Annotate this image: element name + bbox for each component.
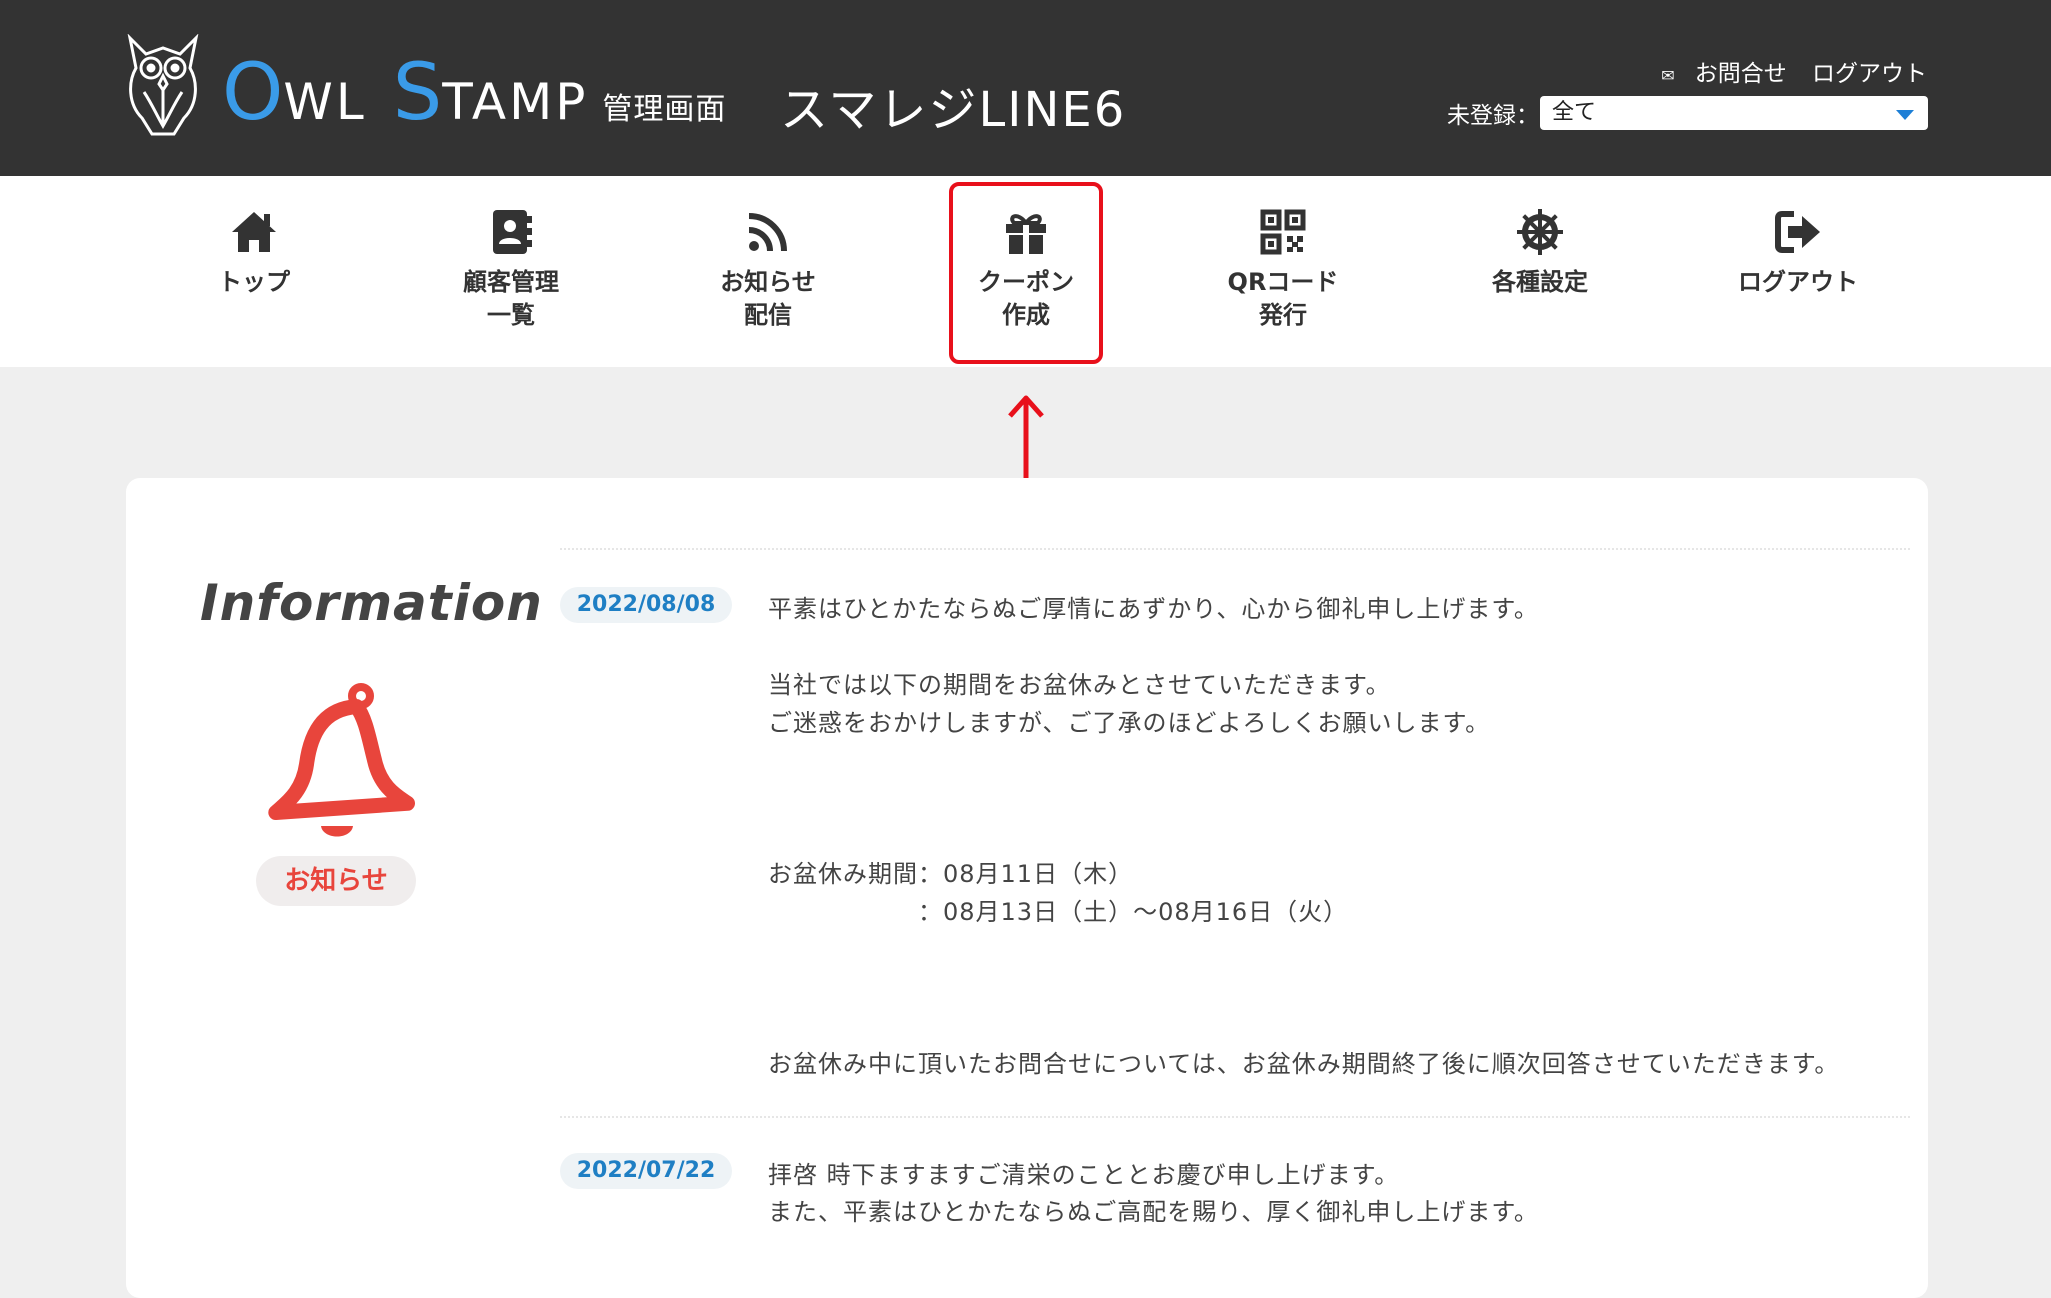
nav-item-logout-label: ログアウト (1738, 268, 1858, 296)
brand-subtitle: 管理画面 (602, 92, 727, 127)
brand-letters-tamp: TAMP (442, 73, 589, 131)
highlight-box (949, 182, 1103, 364)
date-badge: 2022/08/08 (560, 587, 732, 623)
filter-selected-value: 全て (1552, 100, 1597, 125)
contact-link[interactable]: ✉ お問合せ (1643, 61, 1786, 87)
contact-link-label: お問合せ (1694, 61, 1787, 87)
divider (560, 548, 1910, 550)
news-text-line: ご迷惑をおかけしますが、ご了承のほどよろしくお願いします。 (768, 709, 1491, 737)
nav-item-customers[interactable]: 顧客管理 一覧 (421, 176, 601, 367)
mail-icon: ✉ (1661, 66, 1675, 85)
nav-item-settings[interactable]: 各種設定 (1450, 176, 1630, 367)
header-logout-link[interactable]: ログアウト (1812, 61, 1927, 87)
news-text-line: 当社では以下の期間をお盆休みとさせていただきます。 (768, 671, 1391, 699)
nav-item-qrcode-label-1: QRコード (1227, 268, 1339, 296)
date-badge: 2022/07/22 (560, 1153, 732, 1189)
news-text-line: お盆休み中に頂いたお問合せについては、お盆休み期間終了後に順次回答させていただき… (768, 1050, 1840, 1078)
brand-letter-s: S (392, 48, 443, 138)
header-links: ✉ お問合せ ログアウト (1625, 54, 1927, 88)
nav-item-notice-label-1: お知らせ (720, 268, 816, 296)
shop-name: スマレジLINE6 (780, 82, 1127, 138)
nav-item-qrcode[interactable]: QRコード 発行 (1193, 176, 1373, 367)
unregistered-filter-label: 未登録： (1447, 103, 1539, 129)
nav-item-customers-label-1: 顧客管理 (463, 268, 559, 296)
brand-letters-wl: WL (283, 73, 367, 131)
helm-icon (1517, 209, 1563, 255)
news-text-line: お盆休み期間：08月11日（木） (768, 860, 1134, 888)
brand-logotype[interactable]: OWL STAMP 管理画面 (222, 48, 726, 138)
chevron-down-icon (1896, 110, 1914, 120)
nav-item-top[interactable]: トップ (164, 176, 344, 367)
app-header: OWL STAMP 管理画面 スマレジLINE6 ✉ お問合せ ログアウト 未登録： … (0, 0, 2051, 176)
brand-letter-o: O (222, 48, 284, 138)
divider (560, 1116, 1910, 1118)
information-title: Information (200, 574, 543, 632)
nav-item-customers-label-2: 一覧 (487, 301, 535, 329)
nav-item-logout[interactable]: ログアウト (1708, 176, 1888, 367)
owl-logo-icon[interactable] (124, 34, 202, 140)
news-text-line: 拝啓 時下ますますご清栄のこととお慶び申し上げます。 (768, 1161, 1400, 1189)
address-book-icon (493, 210, 532, 254)
news-text-line: 平素はひとかたならぬご厚情にあずかり、心から御礼申し上げます。 (768, 595, 1539, 623)
nav-item-top-label: トップ (218, 268, 290, 296)
news-text-line: ：08月13日（土）〜08月16日（火） (918, 898, 1349, 926)
home-icon (232, 212, 276, 252)
nav-item-notice-label-2: 配信 (744, 301, 792, 329)
sign-out-icon (1775, 211, 1820, 253)
nav-item-settings-label: 各種設定 (1492, 268, 1588, 296)
unregistered-filter-select[interactable]: 全て (1540, 96, 1928, 130)
nav-item-notice[interactable]: お知らせ 配信 (678, 176, 858, 367)
news-text-line: また、平素はひとかたならぬご高配を賜り、厚く御礼申し上げます。 (768, 1198, 1539, 1226)
bell-icon (268, 683, 415, 837)
nav-item-qrcode-label-2: 発行 (1259, 301, 1307, 329)
rss-icon (748, 213, 787, 252)
qrcode-icon (1260, 209, 1306, 255)
notice-badge: お知らせ (256, 856, 416, 906)
